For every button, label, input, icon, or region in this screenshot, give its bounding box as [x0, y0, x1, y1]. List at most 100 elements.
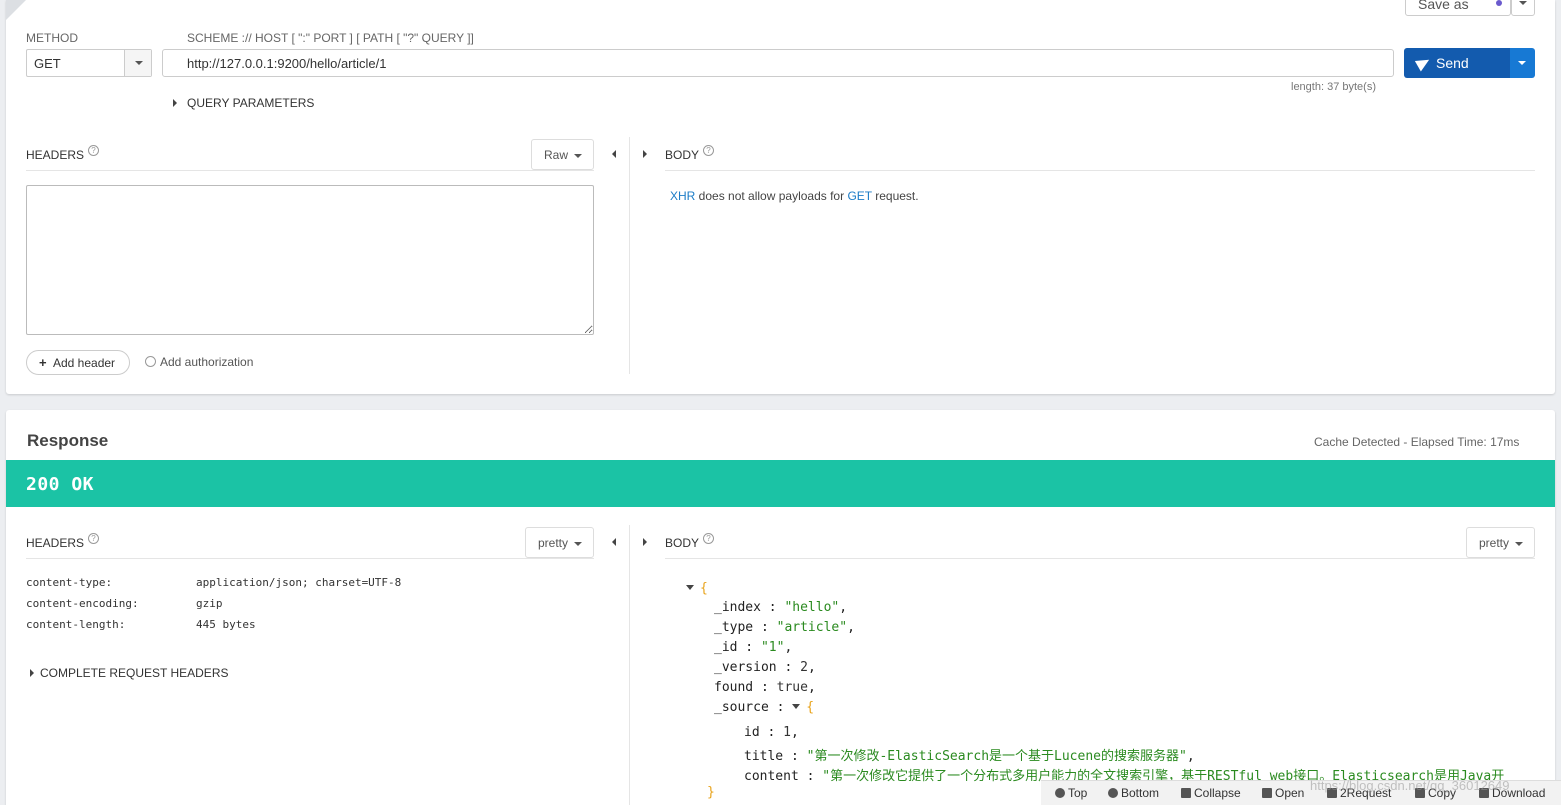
message-text: does not allow payloads for	[695, 189, 848, 203]
chevron-down-icon	[1515, 542, 1523, 546]
json-value: true	[776, 680, 808, 695]
complete-request-headers-label: COMPLETE REQUEST HEADERS	[40, 666, 229, 680]
unsaved-dot-icon	[1496, 0, 1502, 6]
top-button[interactable]: Top	[1055, 786, 1087, 800]
url-length: length: 37 byte(s)	[1291, 81, 1376, 93]
save-as-dropdown-button[interactable]	[1511, 0, 1535, 16]
json-line: found : true,	[714, 680, 816, 695]
arrow-up-icon	[1055, 788, 1065, 798]
url-input[interactable]	[162, 49, 1394, 77]
json-key: id	[744, 725, 760, 740]
divider	[665, 170, 1535, 171]
send-label: Send	[1436, 55, 1469, 71]
arrow-down-icon	[1108, 788, 1118, 798]
method-dropdown-toggle[interactable]	[124, 50, 151, 76]
method-value: GET	[34, 56, 61, 71]
chevron-down-icon	[1519, 1, 1527, 5]
add-header-button[interactable]: + Add header	[26, 350, 130, 375]
response-body-format: pretty	[1479, 536, 1510, 550]
json-line: title : "第一次修改-ElasticSearch是一个基于Lucene的…	[744, 749, 1195, 764]
json-value: "1"	[760, 640, 785, 655]
divider	[665, 558, 1535, 559]
header-key: content-type:	[26, 576, 113, 589]
collapse-label: Collapse	[1194, 786, 1241, 800]
help-icon[interactable]: ?	[88, 533, 100, 544]
json-line: id : 1,	[744, 725, 799, 740]
response-body-format-select[interactable]: pretty	[1466, 527, 1535, 558]
request-headers-textarea[interactable]	[26, 185, 594, 335]
chevron-down-icon	[1518, 61, 1526, 65]
json-line: _id : "1",	[714, 640, 793, 655]
get-link[interactable]: GET	[847, 189, 871, 203]
request-headers-label: HEADERS	[26, 148, 85, 162]
response-headers-format-select[interactable]: pretty	[525, 527, 594, 558]
json-brace: {	[700, 581, 708, 596]
header-key: content-encoding:	[26, 597, 139, 610]
json-key: found	[714, 680, 754, 695]
collapse-right-icon[interactable]	[643, 538, 647, 546]
plus-icon: +	[39, 355, 47, 370]
send-dropdown-button[interactable]	[1510, 48, 1535, 78]
request-body-heading: BODY?	[665, 145, 715, 162]
message-text: request.	[871, 189, 919, 203]
request-headers-format-select[interactable]: Raw	[531, 139, 594, 170]
add-authorization-label: Add authorization	[160, 355, 254, 369]
json-root-open: {	[686, 581, 708, 596]
elapsed-time: Cache Detected - Elapsed Time: 17ms	[1314, 435, 1520, 449]
header-value: gzip	[196, 597, 223, 610]
plus-square-icon	[1262, 788, 1272, 798]
open-button[interactable]: Open	[1262, 786, 1304, 800]
response-headers-label: HEADERS	[26, 536, 85, 550]
status-code: 200 OK	[26, 474, 95, 495]
help-icon[interactable]: ?	[703, 145, 715, 156]
collapse-left-icon[interactable]	[612, 538, 616, 546]
add-authorization-link[interactable]: Add authorization	[145, 355, 253, 369]
json-line: _version : 2,	[714, 660, 816, 675]
query-parameters-label: QUERY PARAMETERS	[187, 96, 315, 110]
send-button[interactable]: Send	[1404, 48, 1510, 78]
response-body-heading: BODY?	[665, 533, 715, 550]
key-icon	[145, 356, 156, 367]
json-brace: {	[806, 700, 815, 715]
help-icon[interactable]: ?	[88, 145, 100, 156]
collapse-button[interactable]: Collapse	[1181, 786, 1241, 800]
response-headers-heading: HEADERS?	[26, 533, 100, 550]
collapse-right-icon[interactable]	[643, 150, 647, 158]
collapse-left-icon[interactable]	[612, 150, 616, 158]
bottom-button[interactable]: Bottom	[1108, 786, 1159, 800]
collapse-toggle-icon[interactable]	[792, 704, 801, 709]
paper-plane-icon	[1414, 54, 1433, 72]
json-value: 2	[800, 660, 808, 675]
help-icon[interactable]: ?	[703, 533, 715, 544]
save-as-button[interactable]: Save as	[1405, 0, 1511, 16]
request-headers-heading: HEADERS?	[26, 145, 100, 162]
json-key: title	[744, 749, 784, 764]
json-value: "article"	[776, 620, 848, 635]
json-key: _type	[714, 620, 754, 635]
xhr-link[interactable]: XHR	[670, 189, 695, 203]
top-label: Top	[1068, 786, 1088, 800]
complete-request-headers-toggle[interactable]: COMPLETE REQUEST HEADERS	[30, 666, 228, 680]
open-label: Open	[1275, 786, 1305, 800]
request-body-message: XHR does not allow payloads for GET requ…	[670, 189, 919, 203]
header-value: 445 bytes	[196, 618, 256, 631]
query-parameters-toggle[interactable]: QUERY PARAMETERS	[173, 96, 314, 110]
json-key: _source	[714, 700, 769, 715]
save-as-label: Save as	[1418, 0, 1469, 12]
response-headers-format: pretty	[538, 536, 569, 550]
json-key: _index	[714, 600, 761, 615]
method-select[interactable]: GET	[26, 49, 152, 77]
minus-square-icon	[1181, 788, 1191, 798]
panel-splitter[interactable]	[629, 525, 630, 805]
scheme-label: SCHEME :// HOST [ ":" PORT ] [ PATH [ "?…	[187, 31, 474, 45]
watermark: https://blog.csdn.net/qq_36012649	[1310, 778, 1510, 793]
response-body-label: BODY	[665, 536, 700, 550]
json-line: _type : "article",	[714, 620, 855, 635]
corner-fold	[6, 0, 26, 20]
collapse-toggle-icon[interactable]	[686, 585, 694, 590]
panel-splitter[interactable]	[629, 137, 630, 374]
json-value: "第一次修改-ElasticSearch是一个基于Lucene的搜索服务器"	[806, 749, 1187, 764]
status-bar: 200 OK	[6, 460, 1555, 507]
json-value: "hello"	[784, 600, 840, 615]
request-body-label: BODY	[665, 148, 700, 162]
